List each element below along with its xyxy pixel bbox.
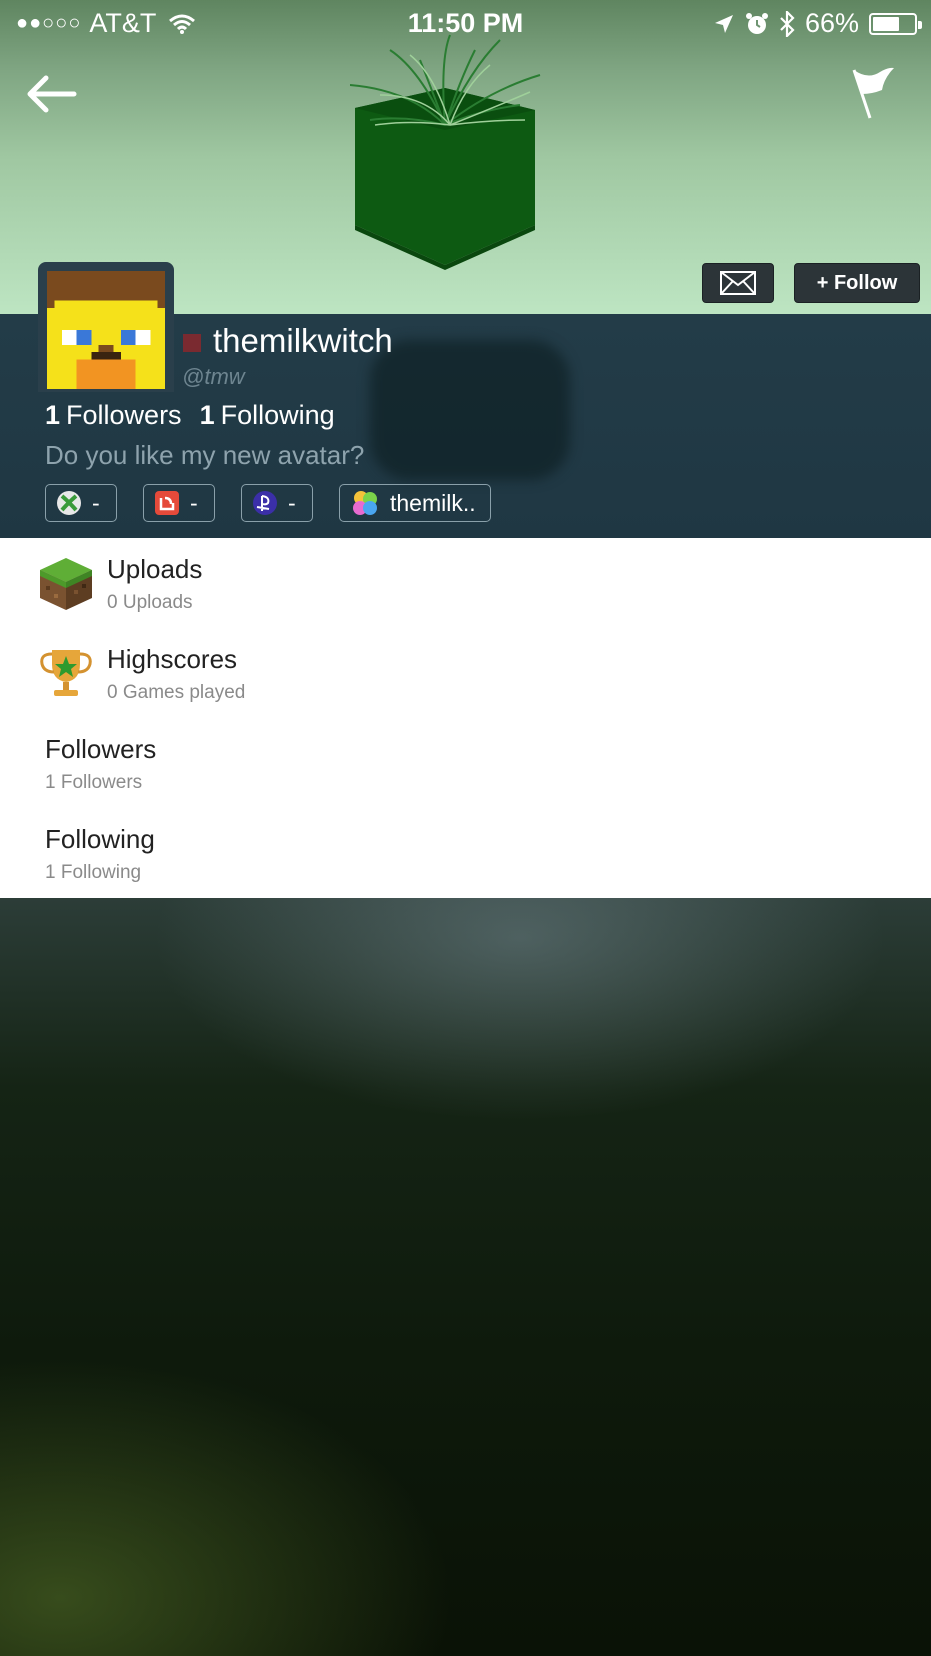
list-item-highscores[interactable]: Highscores 0 Games played [0, 628, 931, 716]
user-handle: @tmw [182, 364, 245, 389]
playstation-icon [253, 491, 277, 515]
following-subtitle: 1 Following [45, 862, 142, 883]
kik-value: - [190, 489, 198, 516]
profile-sections-list: Uploads 0 Uploads Highscores 0 Games pla… [0, 538, 931, 898]
back-arrow-icon[interactable] [24, 72, 80, 116]
location-arrow-icon [714, 14, 733, 33]
username: themilkwitch [213, 322, 393, 359]
followers-title: Followers [45, 734, 157, 764]
alarm-icon [745, 12, 768, 34]
following-count-link[interactable]: 1 Following [200, 400, 335, 431]
follow-counts[interactable]: 1 Followers 1 Following [45, 400, 335, 431]
uploads-subtitle: 0 Uploads [107, 592, 193, 613]
kik-badge[interactable]: - [143, 484, 215, 522]
highscores-subtitle: 0 Games played [107, 682, 246, 703]
xbox-icon [57, 491, 81, 515]
list-item-following[interactable]: Following 1 Following [0, 808, 931, 896]
grass-block-icon [40, 558, 92, 610]
user-bio: Do you like my new avatar? [45, 440, 365, 470]
message-button[interactable] [702, 263, 774, 303]
game-center-value: themilk.. [390, 489, 476, 516]
banner-cube-image [350, 34, 541, 270]
game-center-badge[interactable]: themilk.. [339, 484, 491, 522]
battery-percent: 66% [804, 8, 859, 38]
background-area [0, 898, 931, 1656]
highscores-title: Highscores [107, 644, 238, 674]
xbox-value: - [92, 489, 100, 516]
flag-icon[interactable] [848, 64, 898, 120]
bluetooth-icon [780, 10, 795, 37]
followers-count: 1 [45, 400, 61, 430]
mail-icon [720, 271, 756, 295]
following-label: Following [220, 400, 335, 430]
avatar[interactable] [47, 270, 165, 390]
battery-icon [869, 12, 922, 35]
battery-level [873, 16, 899, 31]
game-center-icon [353, 491, 377, 515]
trophy-icon [40, 650, 92, 696]
followers-count-link[interactable]: 1 Followers [45, 400, 182, 431]
followers-label: Followers [66, 400, 182, 430]
following-title: Following [45, 824, 155, 854]
presence-indicator [183, 334, 201, 352]
playstation-value: - [288, 489, 296, 516]
gamer-tags: - - - themilk.. [45, 484, 491, 522]
playstation-badge[interactable]: - [241, 484, 313, 522]
uploads-title: Uploads [107, 554, 203, 584]
xbox-badge[interactable]: - [45, 484, 117, 522]
followers-subtitle: 1 Followers [45, 772, 143, 793]
cube-reflection [370, 340, 570, 480]
status-bar: ●●○○○ AT&T 11:50 PM 66% [0, 0, 931, 44]
list-item-followers[interactable]: Followers 1 Followers [0, 718, 931, 806]
following-count: 1 [199, 400, 215, 430]
kik-icon [155, 491, 179, 515]
follow-button[interactable]: + Follow [794, 263, 920, 303]
list-item-uploads[interactable]: Uploads 0 Uploads [0, 538, 931, 626]
